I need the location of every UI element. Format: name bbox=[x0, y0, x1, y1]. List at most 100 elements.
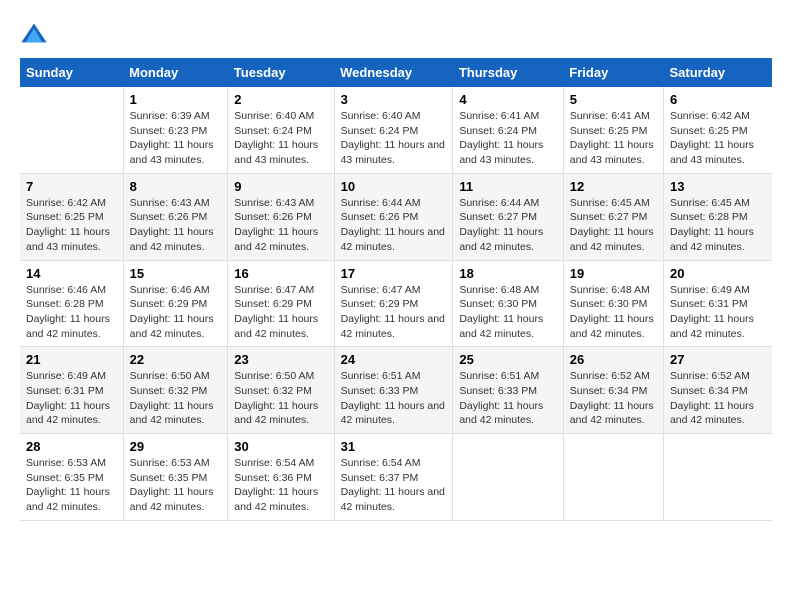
calendar-cell: 7 Sunrise: 6:42 AMSunset: 6:25 PMDaylight… bbox=[20, 173, 123, 260]
calendar-cell: 23 Sunrise: 6:50 AMSunset: 6:32 PMDayligh… bbox=[228, 347, 334, 434]
day-info: Sunrise: 6:48 AMSunset: 6:30 PMDaylight:… bbox=[570, 283, 657, 342]
day-number: 3 bbox=[341, 92, 447, 107]
header-row: SundayMondayTuesdayWednesdayThursdayFrid… bbox=[20, 58, 772, 87]
day-info: Sunrise: 6:52 AMSunset: 6:34 PMDaylight:… bbox=[570, 369, 657, 428]
day-info: Sunrise: 6:40 AMSunset: 6:24 PMDaylight:… bbox=[341, 109, 447, 168]
day-number: 23 bbox=[234, 352, 327, 367]
day-info: Sunrise: 6:40 AMSunset: 6:24 PMDaylight:… bbox=[234, 109, 327, 168]
day-number: 9 bbox=[234, 179, 327, 194]
calendar-cell: 18 Sunrise: 6:48 AMSunset: 6:30 PMDayligh… bbox=[453, 260, 563, 347]
day-info: Sunrise: 6:49 AMSunset: 6:31 PMDaylight:… bbox=[670, 283, 766, 342]
calendar-cell: 4 Sunrise: 6:41 AMSunset: 6:24 PMDaylight… bbox=[453, 87, 563, 173]
day-info: Sunrise: 6:47 AMSunset: 6:29 PMDaylight:… bbox=[234, 283, 327, 342]
header-saturday: Saturday bbox=[663, 58, 772, 87]
calendar-body: 1 Sunrise: 6:39 AMSunset: 6:23 PMDaylight… bbox=[20, 87, 772, 520]
calendar-cell bbox=[20, 87, 123, 173]
calendar-week-3: 14Sunrise: 6:46 AMSunset: 6:28 PMDayligh… bbox=[20, 260, 772, 347]
day-info: Sunrise: 6:53 AMSunset: 6:35 PMDaylight:… bbox=[26, 456, 117, 515]
day-number: 25 bbox=[459, 352, 556, 367]
calendar-cell: 27 Sunrise: 6:52 AMSunset: 6:34 PMDayligh… bbox=[663, 347, 772, 434]
day-info: Sunrise: 6:49 AMSunset: 6:31 PMDaylight:… bbox=[26, 369, 117, 428]
day-info: Sunrise: 6:54 AMSunset: 6:36 PMDaylight:… bbox=[234, 456, 327, 515]
day-number: 7 bbox=[26, 179, 117, 194]
day-number: 18 bbox=[459, 266, 556, 281]
header-friday: Friday bbox=[563, 58, 663, 87]
day-number: 13 bbox=[670, 179, 766, 194]
calendar-week-5: 28 Sunrise: 6:53 AMSunset: 6:35 PMDayligh… bbox=[20, 434, 772, 521]
day-info: Sunrise: 6:44 AMSunset: 6:26 PMDaylight:… bbox=[341, 196, 447, 255]
day-info: Sunrise: 6:41 AMSunset: 6:25 PMDaylight:… bbox=[570, 109, 657, 168]
header-sunday: Sunday bbox=[20, 58, 123, 87]
calendar-cell: 22 Sunrise: 6:50 AMSunset: 6:32 PMDayligh… bbox=[123, 347, 228, 434]
day-info: Sunrise: 6:43 AMSunset: 6:26 PMDaylight:… bbox=[130, 196, 222, 255]
day-info: Sunrise: 6:47 AMSunset: 6:29 PMDaylight:… bbox=[341, 283, 447, 342]
calendar-cell: 15 Sunrise: 6:46 AMSunset: 6:29 PMDayligh… bbox=[123, 260, 228, 347]
day-info: Sunrise: 6:41 AMSunset: 6:24 PMDaylight:… bbox=[459, 109, 556, 168]
day-number: 31 bbox=[341, 439, 447, 454]
page-header bbox=[20, 20, 772, 48]
day-info: Sunrise: 6:42 AMSunset: 6:25 PMDaylight:… bbox=[26, 196, 117, 255]
calendar-cell: 5 Sunrise: 6:41 AMSunset: 6:25 PMDaylight… bbox=[563, 87, 663, 173]
day-number: 22 bbox=[130, 352, 222, 367]
day-info: Sunrise: 6:50 AMSunset: 6:32 PMDaylight:… bbox=[234, 369, 327, 428]
calendar-cell: 6Sunrise: 6:42 AMSunset: 6:25 PMDaylight… bbox=[663, 87, 772, 173]
day-number: 24 bbox=[341, 352, 447, 367]
day-number: 17 bbox=[341, 266, 447, 281]
day-number: 21 bbox=[26, 352, 117, 367]
day-number: 8 bbox=[130, 179, 222, 194]
calendar-week-2: 7 Sunrise: 6:42 AMSunset: 6:25 PMDaylight… bbox=[20, 173, 772, 260]
calendar-table: SundayMondayTuesdayWednesdayThursdayFrid… bbox=[20, 58, 772, 521]
day-info: Sunrise: 6:50 AMSunset: 6:32 PMDaylight:… bbox=[130, 369, 222, 428]
day-info: Sunrise: 6:45 AMSunset: 6:28 PMDaylight:… bbox=[670, 196, 766, 255]
day-number: 16 bbox=[234, 266, 327, 281]
calendar-cell: 13 Sunrise: 6:45 AMSunset: 6:28 PMDayligh… bbox=[663, 173, 772, 260]
day-number: 30 bbox=[234, 439, 327, 454]
calendar-cell: 11Sunrise: 6:44 AMSunset: 6:27 PMDayligh… bbox=[453, 173, 563, 260]
day-info: Sunrise: 6:52 AMSunset: 6:34 PMDaylight:… bbox=[670, 369, 766, 428]
calendar-cell: 2Sunrise: 6:40 AMSunset: 6:24 PMDaylight… bbox=[228, 87, 334, 173]
day-number: 10 bbox=[341, 179, 447, 194]
day-info: Sunrise: 6:45 AMSunset: 6:27 PMDaylight:… bbox=[570, 196, 657, 255]
calendar-cell: 26Sunrise: 6:52 AMSunset: 6:34 PMDayligh… bbox=[563, 347, 663, 434]
calendar-header: SundayMondayTuesdayWednesdayThursdayFrid… bbox=[20, 58, 772, 87]
header-monday: Monday bbox=[123, 58, 228, 87]
calendar-cell: 19 Sunrise: 6:48 AMSunset: 6:30 PMDayligh… bbox=[563, 260, 663, 347]
day-number: 28 bbox=[26, 439, 117, 454]
calendar-cell bbox=[453, 434, 563, 521]
logo-icon bbox=[20, 20, 48, 48]
calendar-cell: 29 Sunrise: 6:53 AMSunset: 6:35 PMDayligh… bbox=[123, 434, 228, 521]
day-info: Sunrise: 6:51 AMSunset: 6:33 PMDaylight:… bbox=[459, 369, 556, 428]
calendar-cell: 1 Sunrise: 6:39 AMSunset: 6:23 PMDaylight… bbox=[123, 87, 228, 173]
day-info: Sunrise: 6:39 AMSunset: 6:23 PMDaylight:… bbox=[130, 109, 222, 168]
day-number: 20 bbox=[670, 266, 766, 281]
calendar-cell bbox=[663, 434, 772, 521]
header-wednesday: Wednesday bbox=[334, 58, 453, 87]
day-number: 29 bbox=[130, 439, 222, 454]
day-info: Sunrise: 6:44 AMSunset: 6:27 PMDaylight:… bbox=[459, 196, 556, 255]
day-info: Sunrise: 6:46 AMSunset: 6:29 PMDaylight:… bbox=[130, 283, 222, 342]
calendar-cell: 3 Sunrise: 6:40 AMSunset: 6:24 PMDaylight… bbox=[334, 87, 453, 173]
day-info: Sunrise: 6:48 AMSunset: 6:30 PMDaylight:… bbox=[459, 283, 556, 342]
calendar-week-1: 1 Sunrise: 6:39 AMSunset: 6:23 PMDaylight… bbox=[20, 87, 772, 173]
day-number: 6 bbox=[670, 92, 766, 107]
calendar-cell: 9 Sunrise: 6:43 AMSunset: 6:26 PMDaylight… bbox=[228, 173, 334, 260]
calendar-cell: 25 Sunrise: 6:51 AMSunset: 6:33 PMDayligh… bbox=[453, 347, 563, 434]
logo bbox=[20, 20, 52, 48]
day-info: Sunrise: 6:43 AMSunset: 6:26 PMDaylight:… bbox=[234, 196, 327, 255]
calendar-cell: 17 Sunrise: 6:47 AMSunset: 6:29 PMDayligh… bbox=[334, 260, 453, 347]
calendar-cell: 20 Sunrise: 6:49 AMSunset: 6:31 PMDayligh… bbox=[663, 260, 772, 347]
day-number: 27 bbox=[670, 352, 766, 367]
day-number: 19 bbox=[570, 266, 657, 281]
calendar-cell: 8 Sunrise: 6:43 AMSunset: 6:26 PMDaylight… bbox=[123, 173, 228, 260]
calendar-cell: 16 Sunrise: 6:47 AMSunset: 6:29 PMDayligh… bbox=[228, 260, 334, 347]
day-number: 1 bbox=[130, 92, 222, 107]
day-info: Sunrise: 6:46 AMSunset: 6:28 PMDaylight:… bbox=[26, 283, 117, 342]
header-tuesday: Tuesday bbox=[228, 58, 334, 87]
day-number: 5 bbox=[570, 92, 657, 107]
calendar-cell bbox=[563, 434, 663, 521]
day-info: Sunrise: 6:53 AMSunset: 6:35 PMDaylight:… bbox=[130, 456, 222, 515]
day-number: 12 bbox=[570, 179, 657, 194]
day-number: 4 bbox=[459, 92, 556, 107]
day-number: 15 bbox=[130, 266, 222, 281]
day-info: Sunrise: 6:54 AMSunset: 6:37 PMDaylight:… bbox=[341, 456, 447, 515]
